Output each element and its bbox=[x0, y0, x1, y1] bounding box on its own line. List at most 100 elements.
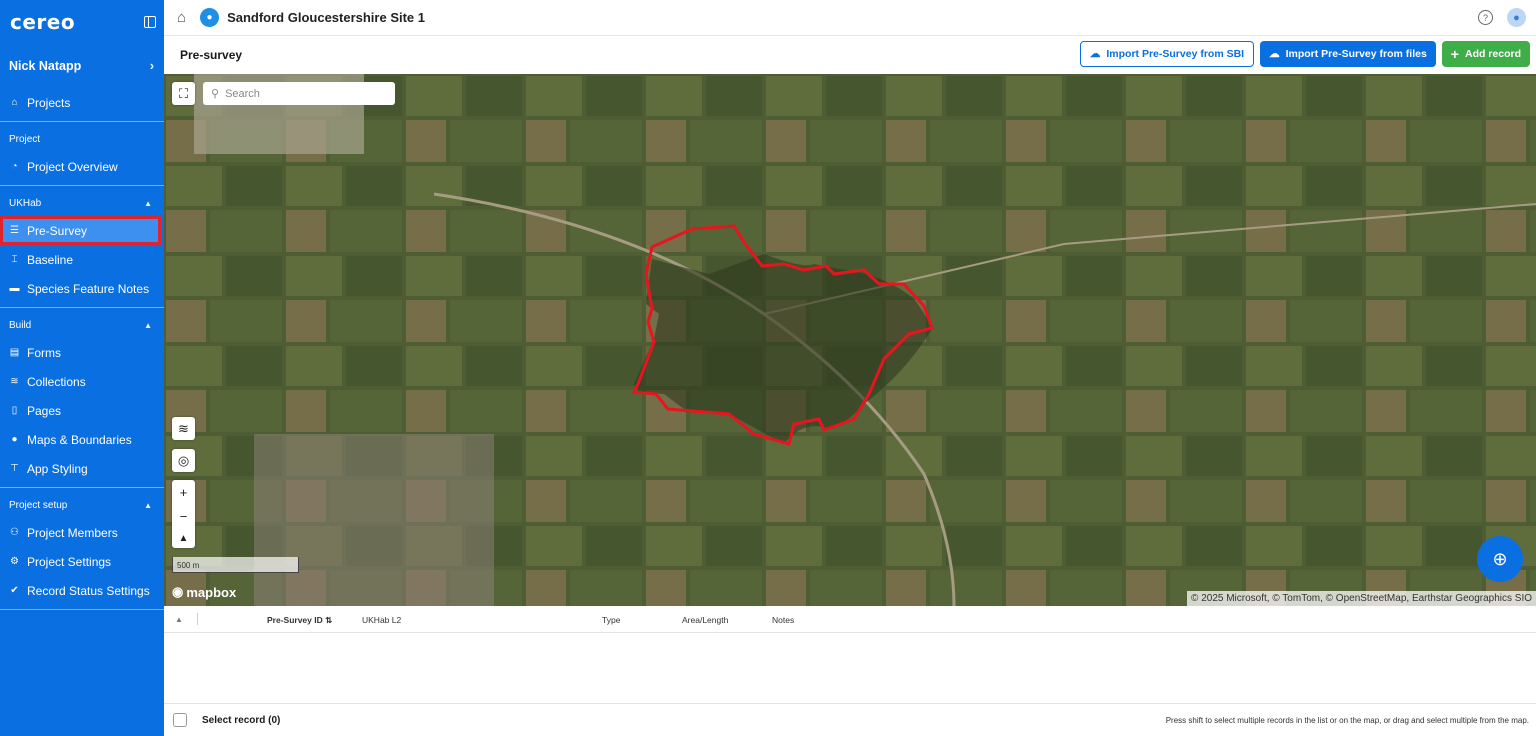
sidebar-header: cereo bbox=[0, 0, 164, 44]
sidebar-item-label: Project Members bbox=[27, 525, 118, 540]
sidebar-item-project-members[interactable]: ⚇ Project Members bbox=[0, 518, 164, 547]
map-view[interactable]: ⛶ ⚲ Search ≋ ◎ + − ▲ 500 m ◉ mapbox © 20… bbox=[164, 74, 1536, 606]
section-title: Project bbox=[9, 133, 41, 145]
sidebar-item-label: Pre-Survey bbox=[27, 223, 88, 238]
home-icon[interactable]: ⌂ bbox=[177, 9, 186, 26]
layers-icon[interactable]: ≋ bbox=[172, 417, 195, 440]
sidebar-item-record-status-settings[interactable]: ✔ Record Status Settings bbox=[0, 576, 164, 605]
column-pre-survey-id[interactable]: Pre-Survey ID ⇅ bbox=[267, 615, 332, 626]
column-area-length[interactable]: Area/Length bbox=[682, 615, 728, 625]
satellite-imagery bbox=[164, 74, 1536, 606]
avatar[interactable]: ● bbox=[1507, 8, 1526, 27]
sidebar-item-collections[interactable]: ≋ Collections bbox=[0, 367, 164, 396]
sidebar-item-project-settings[interactable]: ⚙ Project Settings bbox=[0, 547, 164, 576]
list-icon: ☰ bbox=[10, 225, 19, 236]
app-logo[interactable]: cereo bbox=[10, 10, 75, 34]
caret-up-icon: ▲ bbox=[144, 320, 152, 330]
button-label: Import Pre-Survey from files bbox=[1285, 48, 1427, 60]
plus-icon: + bbox=[1450, 46, 1459, 62]
zoom-controls: + − ▲ bbox=[172, 480, 195, 548]
cloud-upload-icon: ☁ bbox=[1089, 48, 1101, 60]
sidebar: cereo Nick Natapp › ⌂ Projects Project ◔… bbox=[0, 0, 164, 736]
section-title: Build bbox=[9, 319, 32, 331]
sidebar-item-label: Maps & Boundaries bbox=[27, 432, 132, 447]
sidebar-item-pre-survey[interactable]: ☰ Pre-Survey bbox=[0, 216, 161, 245]
sidebar-item-forms[interactable]: ▤ Forms bbox=[0, 338, 164, 367]
page-header: Pre-survey ☁ Import Pre-Survey from SBI … bbox=[164, 36, 1536, 74]
section-title: Project setup bbox=[9, 499, 68, 511]
sidebar-item-pages[interactable]: ▯ Pages bbox=[0, 396, 164, 425]
sidebar-item-project-overview[interactable]: ◔ Project Overview bbox=[0, 152, 164, 181]
sidebar-item-species-feature-notes[interactable]: ▬ Species Feature Notes bbox=[0, 274, 164, 303]
select-record-label: Select record (0) bbox=[202, 714, 281, 726]
sidebar-item-label: Species Feature Notes bbox=[27, 281, 150, 296]
divider bbox=[0, 307, 164, 308]
top-right-icons: ? ● bbox=[1478, 8, 1526, 27]
page-title: Pre-survey bbox=[180, 48, 243, 62]
selection-hint: Press shift to select multiple records i… bbox=[1165, 716, 1529, 725]
records-table-header: ▲ Pre-Survey ID ⇅ UKHab L2 Type Area/Len… bbox=[164, 606, 1536, 633]
sidebar-item-label: Forms bbox=[27, 345, 61, 360]
sidebar-item-projects[interactable]: ⌂ Projects bbox=[0, 88, 164, 117]
action-buttons: ☁ Import Pre-Survey from SBI ☁ Import Pr… bbox=[1079, 41, 1530, 67]
search-icon: ⚲ bbox=[211, 88, 220, 100]
locate-icon[interactable]: ◎ bbox=[172, 449, 195, 472]
fullscreen-icon[interactable]: ⛶ bbox=[172, 82, 195, 105]
mapbox-logo[interactable]: ◉ mapbox bbox=[172, 584, 236, 600]
sidebar-item-label: Record Status Settings bbox=[27, 583, 150, 598]
section-project-setup[interactable]: Project setup ▲ bbox=[0, 492, 164, 518]
map-search-input[interactable]: ⚲ Search bbox=[203, 82, 395, 105]
sidebar-item-maps-boundaries[interactable]: ● Maps & Boundaries bbox=[0, 425, 164, 454]
scale-bar: 500 m bbox=[172, 557, 299, 573]
caret-up-icon: ▲ bbox=[144, 500, 152, 510]
table-footer: Select record (0) Press shift to select … bbox=[164, 703, 1536, 736]
caret-up-icon: ▲ bbox=[144, 198, 152, 208]
sort-icon: ⇅ bbox=[325, 615, 333, 625]
column-notes[interactable]: Notes bbox=[772, 615, 794, 625]
search-placeholder: Search bbox=[225, 87, 260, 100]
add-record-button[interactable]: + Add record bbox=[1441, 41, 1530, 67]
divider bbox=[197, 613, 198, 625]
section-project: Project bbox=[0, 126, 164, 152]
clipboard-icon: ▤ bbox=[9, 347, 20, 358]
collapse-table-icon[interactable]: ▲ bbox=[175, 615, 183, 624]
sidebar-item-label: Collections bbox=[27, 374, 86, 389]
users-icon: ⚇ bbox=[10, 527, 19, 538]
site-name: Sandford Gloucestershire Site 1 bbox=[227, 10, 426, 25]
map-pin-icon: ● bbox=[11, 434, 18, 445]
column-type[interactable]: Type bbox=[602, 615, 620, 625]
page-icon: ▯ bbox=[11, 405, 18, 416]
user-name: Nick Natapp bbox=[9, 59, 82, 73]
sidebar-item-baseline[interactable]: ⌶ Baseline bbox=[0, 245, 164, 274]
divider bbox=[0, 121, 164, 122]
dashboard-icon: ◔ bbox=[11, 161, 18, 172]
sidebar-item-label: Project Settings bbox=[27, 554, 112, 569]
help-icon[interactable]: ? bbox=[1478, 10, 1493, 25]
section-ukhab[interactable]: UKHab ▲ bbox=[0, 190, 164, 216]
divider bbox=[0, 185, 164, 186]
user-menu[interactable]: Nick Natapp › bbox=[0, 44, 164, 88]
layers-icon: ≋ bbox=[10, 376, 19, 387]
button-label: Add record bbox=[1464, 48, 1521, 60]
import-sbi-button[interactable]: ☁ Import Pre-Survey from SBI bbox=[1079, 41, 1255, 67]
cloud-upload-icon: ☁ bbox=[1269, 48, 1280, 60]
compass-icon[interactable]: ▲ bbox=[179, 533, 189, 544]
column-ukhab-l2[interactable]: UKHab L2 bbox=[362, 615, 401, 625]
collapse-sidebar-icon[interactable] bbox=[144, 16, 156, 28]
zoom-out-icon[interactable]: − bbox=[180, 509, 188, 524]
select-all-checkbox[interactable] bbox=[173, 713, 187, 727]
sidebar-item-label: Pages bbox=[27, 403, 62, 418]
top-bar: ⌂ ● Sandford Gloucestershire Site 1 ? ● bbox=[164, 0, 1536, 36]
paint-roller-icon: ⊤ bbox=[10, 463, 19, 474]
site-pin-icon: ● bbox=[200, 8, 220, 27]
section-build[interactable]: Build ▲ bbox=[0, 312, 164, 338]
import-files-button[interactable]: ☁ Import Pre-Survey from files bbox=[1260, 41, 1436, 67]
map-attribution[interactable]: © 2025 Microsoft, © TomTom, © OpenStreet… bbox=[1187, 591, 1536, 606]
check-circle-icon: ✔ bbox=[10, 585, 19, 596]
section-title: UKHab bbox=[9, 197, 42, 209]
sidebar-item-label: App Styling bbox=[27, 461, 88, 476]
add-location-button[interactable]: ⊕ bbox=[1477, 536, 1523, 582]
mapbox-label: mapbox bbox=[186, 584, 237, 600]
zoom-in-icon[interactable]: + bbox=[180, 485, 188, 500]
sidebar-item-app-styling[interactable]: ⊤ App Styling bbox=[0, 454, 164, 483]
